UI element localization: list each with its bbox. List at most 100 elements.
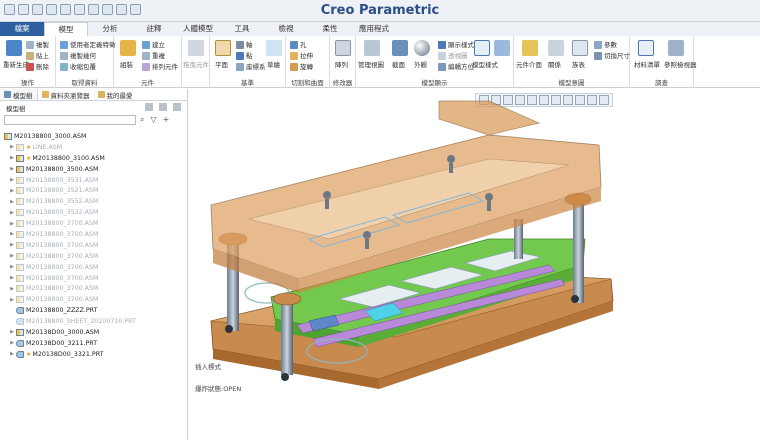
perspective-button[interactable]: 透視圖 — [438, 50, 468, 60]
search-input[interactable] — [4, 115, 136, 125]
expand-arrow-icon[interactable]: ▶ — [8, 351, 16, 357]
display-style-button[interactable]: 顯示樣式 — [438, 39, 474, 49]
tree-row[interactable]: M20138800_3000.ASM — [0, 131, 187, 142]
manage-views-button[interactable]: 管理視圖 — [358, 59, 384, 69]
hole-button[interactable]: 孔 — [290, 39, 307, 49]
expand-arrow-icon[interactable]: ▶ — [8, 329, 16, 335]
udf-button[interactable]: 使用者定義特徵 — [60, 39, 116, 49]
axis-button[interactable]: 軸 — [236, 39, 253, 49]
expand-arrow-icon[interactable]: ▶ — [8, 188, 16, 194]
shrinkwrap-button[interactable]: 收縮包覆 — [60, 61, 96, 71]
tab-file[interactable]: 檔案 — [0, 22, 44, 36]
paste-button[interactable]: 貼上 — [26, 50, 49, 60]
tree-row[interactable]: ▶ M20138800_3700.ASM — [0, 262, 187, 273]
drag-components-button[interactable]: 拖曳元件 — [183, 59, 209, 69]
expand-arrow-icon[interactable]: ▶ — [8, 199, 16, 205]
expand-arrow-icon[interactable]: ▶ — [8, 210, 16, 216]
tree-row[interactable]: M20138800_SHEET_20200710.PRT — [0, 316, 187, 327]
binoculars-icon[interactable]: ⌕ — [140, 115, 144, 125]
relations-button[interactable]: 關係 — [548, 59, 561, 69]
component-interface-button[interactable]: 元件介面 — [516, 59, 542, 69]
parameters-button[interactable]: 參數 — [594, 39, 617, 49]
repeat-button[interactable]: 重複 — [142, 50, 165, 60]
family-table-button[interactable]: 族表 — [572, 59, 585, 69]
group-label: 調查 — [655, 79, 668, 87]
copy-geom-button[interactable]: 複製幾何 — [60, 50, 96, 60]
tree-row[interactable]: ▶ M20138800_3700.ASM — [0, 283, 187, 294]
tree-columns-icon[interactable] — [159, 103, 167, 111]
expand-arrow-icon[interactable]: ▶ — [8, 286, 16, 292]
tree-settings-icon[interactable] — [145, 103, 153, 111]
expand-arrow-icon[interactable]: ▶ — [8, 221, 16, 227]
plane-button[interactable]: 平面 — [215, 59, 228, 69]
assembly-icon — [16, 220, 24, 228]
tree-row-label: M20138800_3700.ASM — [26, 285, 99, 293]
delete-button[interactable]: 刪除 — [26, 61, 49, 71]
tab-flexible[interactable]: 柔性 — [308, 22, 352, 36]
appearance-icon — [414, 40, 430, 56]
extrude-button[interactable]: 拉伸 — [290, 50, 313, 60]
expand-arrow-icon[interactable]: ▶ — [8, 155, 16, 161]
revolve-button[interactable]: 旋轉 — [290, 61, 313, 71]
tree-row[interactable]: ▶ M20138D00_3211.PRT — [0, 338, 187, 349]
arrange-button[interactable]: 排列元件 — [142, 61, 178, 71]
tab-folder-browser[interactable]: 資料夾瀏覽器 — [38, 89, 94, 100]
graphics-area[interactable]: 插入標式 爆炸狀態:OPEN — [189, 89, 760, 440]
tree-row[interactable]: ▶ ★ LINE.ASM — [0, 142, 187, 153]
expand-arrow-icon[interactable]: ▶ — [8, 275, 16, 281]
tab-annotate[interactable]: 註釋 — [132, 22, 176, 36]
tree-row[interactable]: ▶ M20138D00_3000.ASM — [0, 327, 187, 338]
tree-row[interactable]: ▶ M20138800_3531.ASM — [0, 175, 187, 186]
tab-favorites[interactable]: 我的最愛 — [94, 89, 137, 100]
expand-arrow-icon[interactable]: ▶ — [8, 340, 16, 346]
bom-button[interactable]: 材料清單 — [634, 59, 660, 69]
reorient-button[interactable]: 編輯方位 — [438, 61, 474, 71]
tree-row[interactable]: ▶ M20138800_3700.ASM — [0, 240, 187, 251]
tree-row[interactable]: ▶ M20138800_3700.ASM — [0, 229, 187, 240]
tree-row[interactable]: ▶ M20138800_3700.ASM — [0, 294, 187, 305]
tree-row[interactable]: ▶ ★ M20138D00_3321.PRT — [0, 349, 187, 360]
tab-applications[interactable]: 應用程式 — [352, 22, 396, 36]
tab-tools[interactable]: 工具 — [220, 22, 264, 36]
appearance-button[interactable]: 外觀 — [414, 59, 427, 69]
expand-arrow-icon[interactable]: ▶ — [8, 264, 16, 270]
tree-row[interactable]: M20138800_ZZZZ.PRT — [0, 305, 187, 316]
expand-arrow-icon[interactable]: ▶ — [8, 297, 16, 303]
tree-row[interactable]: ▶ M20138800_3521.ASM — [0, 185, 187, 196]
reference-viewer-button[interactable]: 參照檢視器 — [664, 59, 697, 69]
tree-row[interactable]: ▶ M20138800_3552.ASM — [0, 196, 187, 207]
filter-icon[interactable]: ▽ — [150, 115, 156, 125]
model-tree: M20138800_3000.ASM ▶ ★ LINE.ASM ▶ ★ M20138800_… — [0, 127, 187, 360]
expand-arrow-icon[interactable]: ▶ — [8, 177, 16, 183]
expand-arrow-icon[interactable]: ▶ — [8, 166, 16, 172]
tree-row[interactable]: ▶ M20138800_3500.ASM — [0, 164, 187, 175]
tab-model-tree[interactable]: 模型樹 — [0, 89, 38, 100]
bom-icon — [638, 40, 654, 56]
expand-arrow-icon[interactable]: ▶ — [8, 242, 16, 248]
tab-model[interactable]: 模型 — [44, 22, 88, 36]
tree-row[interactable]: ▶ M20138800_3532.ASM — [0, 207, 187, 218]
tree-row[interactable]: ▶ M20138800_3700.ASM — [0, 273, 187, 284]
sketch-button[interactable]: 草繪 — [267, 59, 280, 69]
add-icon[interactable]: + — [163, 115, 170, 125]
tree-row[interactable]: ▶ ★ M20138800_3100.ASM — [0, 153, 187, 164]
csys-button[interactable]: 座標系 — [236, 61, 266, 71]
tab-analysis[interactable]: 分析 — [88, 22, 132, 36]
tree-row[interactable]: ▶ M20138800_3700.ASM — [0, 251, 187, 262]
tab-manikin[interactable]: 人體模型 — [176, 22, 220, 36]
point-button[interactable]: 點 — [236, 50, 253, 60]
copy-button[interactable]: 複製 — [26, 39, 49, 49]
delete-icon — [26, 63, 34, 71]
section-button[interactable]: 截面 — [392, 59, 405, 69]
assemble-button[interactable]: 組裝 — [120, 59, 133, 69]
tree-row[interactable]: ▶ M20138800_3700.ASM — [0, 218, 187, 229]
tree-show-icon[interactable] — [173, 103, 181, 111]
expand-arrow-icon[interactable]: ▶ — [8, 253, 16, 259]
expand-arrow-icon[interactable]: ▶ — [8, 144, 16, 150]
model-style-button[interactable]: 模型樣式 — [472, 59, 498, 69]
expand-arrow-icon[interactable]: ▶ — [8, 231, 16, 237]
tab-view[interactable]: 檢視 — [264, 22, 308, 36]
switch-dimensions-button[interactable]: 切換尺寸 — [594, 50, 630, 60]
create-button[interactable]: 建立 — [142, 39, 165, 49]
pattern-button[interactable]: 陣列 — [335, 59, 348, 69]
